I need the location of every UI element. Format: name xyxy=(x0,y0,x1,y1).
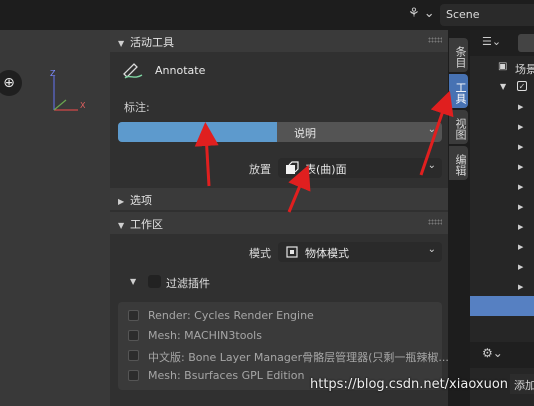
filter-addons-label: 过滤插件 xyxy=(166,277,210,290)
top-header: ⚘ ⌄ Scene xyxy=(0,0,534,30)
mode-value: 物体模式 xyxy=(305,247,349,260)
placement-dropdown[interactable]: 表(曲)面 ⌄ xyxy=(278,158,442,178)
collapsed-triangle-icon[interactable]: ▶ xyxy=(518,203,523,211)
scene-collection-label: 场景 xyxy=(515,63,534,76)
outliner-object-row[interactable]: ▶ xyxy=(470,178,534,198)
scene-icon[interactable]: ⚘ ⌄ xyxy=(408,6,438,24)
placement-value: 表(曲)面 xyxy=(305,163,347,176)
filter-addons-checkbox[interactable] xyxy=(148,275,161,288)
options-title: 选项 xyxy=(130,194,152,207)
collection-icon: ▣ xyxy=(498,61,508,72)
workspace-header[interactable]: ▼ 工作区 xyxy=(110,212,448,234)
addon-label: Mesh: Bsurfaces GPL Edition xyxy=(148,369,305,382)
outliner-object-row[interactable]: ▶ xyxy=(470,238,534,258)
addon-label: Mesh: MACHIN3tools xyxy=(148,329,262,342)
outliner-object-row[interactable]: ▶ xyxy=(470,98,534,118)
tab-edit[interactable]: 编辑 xyxy=(449,146,468,180)
chevron-down-icon: ⌄ xyxy=(427,124,436,135)
collapsed-triangle-icon[interactable]: ▶ xyxy=(518,183,523,191)
chevron-down-icon: ⌄ xyxy=(427,244,436,255)
outliner-object-row[interactable]: ▶ xyxy=(470,218,534,238)
mode-dropdown[interactable]: 物体模式 ⌄ xyxy=(278,242,442,262)
active-tool-title: 活动工具 xyxy=(130,36,174,49)
expand-triangle-icon: ▼ xyxy=(130,277,137,286)
note-color-fill xyxy=(118,122,277,142)
outliner-object-row[interactable]: ▶ xyxy=(470,278,534,298)
addon-label: 中文版: Bone Layer Manager骨骼层管理器(只剩一瓶辣椒... xyxy=(148,351,449,364)
collapsed-triangle-icon[interactable]: ▶ xyxy=(518,223,523,231)
collapsed-triangle-icon[interactable]: ▶ xyxy=(518,103,523,111)
addon-row[interactable]: Mesh: MACHIN3tools xyxy=(118,326,442,346)
workspace-title: 工作区 xyxy=(130,218,163,231)
note-dropdown[interactable]: 说明 ⌄ xyxy=(118,122,442,142)
outliner-object-row[interactable]: ▶ xyxy=(470,118,534,138)
mode-label: 模式 xyxy=(249,247,271,260)
outliner: ☰⌄ ▣ 场景 ▼ ✓ ▶▶▶▶▶▶▶▶▶▶▶ ⚙⌄ 添加 xyxy=(470,30,534,406)
tab-tool[interactable]: 工具 xyxy=(449,74,468,108)
expand-triangle-icon: ▼ xyxy=(500,82,507,91)
collapsed-triangle-icon[interactable]: ▶ xyxy=(518,123,523,131)
drag-grip-icon[interactable] xyxy=(428,37,442,43)
chevron-down-icon: ⌄ xyxy=(427,160,436,171)
outliner-tree: ▶▶▶▶▶▶▶▶▶▶▶ xyxy=(470,98,534,328)
collapsed-triangle-icon[interactable]: ▶ xyxy=(518,243,523,251)
collapsed-triangle-icon: ▶ xyxy=(118,197,125,206)
sidebar-tab-strip: 条目 工具 视图 编辑 xyxy=(448,30,470,406)
tab-item[interactable]: 条目 xyxy=(449,38,468,72)
active-tool-header[interactable]: ▼ 活动工具 xyxy=(110,30,448,52)
drag-grip-icon[interactable] xyxy=(428,219,442,225)
tab-view[interactable]: 视图 xyxy=(449,110,468,144)
scene-name-field[interactable]: Scene xyxy=(440,4,534,26)
properties-header: ⚙⌄ xyxy=(470,342,534,368)
addon-row[interactable]: 中文版: Bone Layer Manager骨骼层管理器(只剩一瓶辣椒... xyxy=(118,346,449,366)
gizmo-z-label: Z xyxy=(50,69,56,78)
expand-triangle-icon: ▼ xyxy=(118,39,125,48)
outliner-object-row[interactable]: ▶ xyxy=(470,158,534,178)
collapsed-triangle-icon[interactable]: ▶ xyxy=(518,143,523,151)
checkbox-icon[interactable]: ✓ xyxy=(517,81,527,91)
axis-gizmo: Z X xyxy=(50,69,86,111)
annotate-tool-icon[interactable] xyxy=(122,60,144,80)
collapsed-triangle-icon[interactable]: ▶ xyxy=(518,283,523,291)
addon-label: Render: Cycles Render Engine xyxy=(148,309,314,322)
filter-icon[interactable] xyxy=(518,34,534,52)
annotate-tool-label: Annotate xyxy=(155,64,206,77)
addon-checkbox[interactable] xyxy=(128,310,139,321)
outliner-selected-row[interactable] xyxy=(470,296,534,316)
outliner-object-row[interactable]: ▶ xyxy=(470,258,534,278)
note-label: 标注: xyxy=(124,101,150,114)
collapsed-triangle-icon[interactable]: ▶ xyxy=(518,163,523,171)
surface-icon xyxy=(286,161,299,174)
addon-row[interactable]: Render: Cycles Render Engine xyxy=(118,306,442,326)
add-button[interactable]: 添加 xyxy=(510,374,534,394)
watermark-text: https://blog.csdn.net/xiaoxuon xyxy=(310,377,509,392)
3d-viewport[interactable]: ⊕ Z X xyxy=(0,30,110,406)
display-mode-icon[interactable]: ☰⌄ xyxy=(482,35,512,51)
outliner-collection-row[interactable]: ▼ ✓ xyxy=(470,78,534,98)
sidebar-panel: ▼ 活动工具 Annotate 标注: 说明 ⌄ 放置 表(曲)面 ⌄ ▶ 选项 ▼… xyxy=(110,30,449,406)
zoom-icon[interactable]: ⊕ xyxy=(0,70,22,96)
outliner-object-row[interactable]: ▶ xyxy=(470,138,534,158)
addon-checkbox[interactable] xyxy=(128,370,139,381)
expand-triangle-icon: ▼ xyxy=(118,221,125,230)
properties-editor-icon[interactable]: ⚙⌄ xyxy=(482,346,503,360)
placement-label: 放置 xyxy=(249,163,271,176)
addon-checkbox[interactable] xyxy=(128,350,139,361)
note-value: 说明 xyxy=(294,127,316,140)
options-header[interactable]: ▶ 选项 xyxy=(110,188,448,210)
object-mode-icon xyxy=(286,246,298,258)
outliner-object-row[interactable]: ▶ xyxy=(470,198,534,218)
addon-checkbox[interactable] xyxy=(128,330,139,341)
outliner-header: ☰⌄ xyxy=(470,30,534,56)
outliner-scene-row[interactable]: ▣ 场景 xyxy=(470,58,534,78)
gizmo-x-label: X xyxy=(80,101,86,110)
collapsed-triangle-icon[interactable]: ▶ xyxy=(518,263,523,271)
